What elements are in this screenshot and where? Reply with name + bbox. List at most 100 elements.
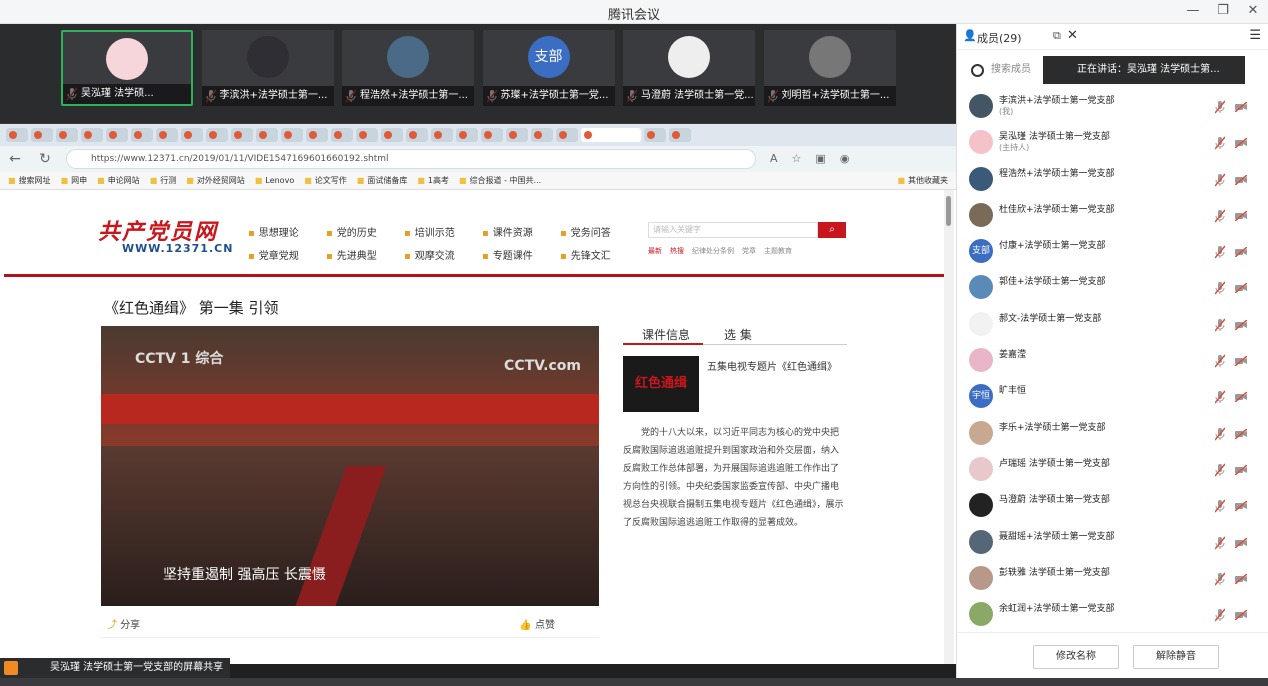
camera-off-icon[interactable] <box>1234 391 1248 403</box>
reader-icon[interactable]: A <box>770 152 778 165</box>
bookmark-item[interactable]: 对外经贸网站 <box>186 175 245 186</box>
camera-off-icon[interactable] <box>1234 246 1248 258</box>
minimize-icon[interactable]: — <box>1186 3 1200 18</box>
browser-tab[interactable] <box>156 128 178 142</box>
browser-tab[interactable] <box>131 128 153 142</box>
video-tile[interactable]: 刘明哲+法学硕士第一... <box>763 30 896 106</box>
browser-tab[interactable] <box>506 128 528 142</box>
site-search-input[interactable]: 请输入关键字 <box>648 222 818 238</box>
page-scrollbar[interactable] <box>944 190 954 664</box>
browser-tab[interactable] <box>669 128 691 142</box>
browser-tab[interactable] <box>281 128 303 142</box>
camera-off-icon[interactable] <box>1234 282 1248 295</box>
browser-tab[interactable] <box>356 128 378 142</box>
camera-off-icon[interactable] <box>1234 210 1248 222</box>
member-row[interactable]: 余虹润+法学硕士第一党支部 <box>957 596 1268 632</box>
favorite-icon[interactable]: ☆ <box>792 152 802 165</box>
bookmark-item[interactable]: 1高考 <box>417 175 449 186</box>
search-icon[interactable]: ⌕ <box>818 222 846 238</box>
member-row[interactable]: 宇恒 旷丰恒 <box>957 378 1268 414</box>
browser-tab[interactable] <box>181 128 203 142</box>
close-icon[interactable]: ✕ <box>1246 3 1260 18</box>
mic-muted-icon[interactable] <box>1214 100 1226 114</box>
maximize-icon[interactable]: ❐ <box>1216 3 1230 18</box>
camera-off-icon[interactable] <box>1234 137 1248 149</box>
member-search-input[interactable]: 搜索成员 <box>967 58 1043 82</box>
camera-off-icon[interactable] <box>1234 319 1248 331</box>
camera-off-icon[interactable] <box>1234 428 1248 440</box>
mic-muted-icon[interactable] <box>1214 536 1226 550</box>
bookmark-item[interactable]: Lenovo <box>255 176 294 185</box>
bookmark-item[interactable]: 搜索网址 <box>8 175 51 186</box>
mic-muted-icon[interactable] <box>1214 427 1226 441</box>
browser-tab[interactable] <box>406 128 428 142</box>
url-field[interactable]: https://www.12371.cn/2019/01/11/VIDE1547… <box>66 149 756 169</box>
member-row[interactable]: 聂甜瑶+法学硕士第一党支部 <box>957 524 1268 560</box>
camera-off-icon[interactable] <box>1234 500 1248 512</box>
browser-tab[interactable] <box>481 128 503 142</box>
course-thumbnail[interactable]: 红色通缉 <box>623 356 699 412</box>
member-row[interactable]: 支部 付康+法学硕士第一党支部 <box>957 233 1268 269</box>
mic-muted-icon[interactable] <box>1214 390 1226 404</box>
camera-off-icon[interactable] <box>1234 464 1248 476</box>
browser-tab[interactable] <box>206 128 228 142</box>
site-menu-item[interactable]: 党的历史 <box>326 224 404 239</box>
hot-link[interactable]: 热搜 <box>670 246 684 256</box>
video-tile[interactable]: 支部 苏璨+法学硕士第一党... <box>482 30 615 106</box>
site-menu-item[interactable]: 先进典型 <box>326 247 404 262</box>
mic-muted-icon[interactable] <box>1214 463 1226 477</box>
member-row[interactable]: 姜嘉滢 <box>957 342 1268 378</box>
mic-muted-icon[interactable] <box>1214 572 1226 586</box>
mic-muted-icon[interactable] <box>1214 354 1226 368</box>
member-row[interactable]: 李乐+法学硕士第一党支部 <box>957 415 1268 451</box>
bookmark-item[interactable]: 其他收藏夹 <box>897 175 948 186</box>
member-row[interactable]: 李滨洪+法学硕士第一党支部 (我) <box>957 88 1268 124</box>
share-button[interactable]: ⤴ 分享 <box>107 616 140 631</box>
site-menu-item[interactable]: 先锋文汇 <box>560 247 638 262</box>
mic-muted-icon[interactable] <box>1214 281 1226 295</box>
browser-tab[interactable] <box>456 128 478 142</box>
camera-off-icon[interactable] <box>1234 101 1248 113</box>
browser-tab[interactable] <box>381 128 403 142</box>
mic-muted-icon[interactable] <box>1214 608 1226 622</box>
bookmark-item[interactable]: 论文写作 <box>304 175 347 186</box>
site-logo[interactable]: 共产党员网 WWW.12371.CN <box>98 214 232 255</box>
bookmark-item[interactable]: 行测 <box>150 175 176 186</box>
video-tile[interactable]: 马澄蔚 法学硕士第一党... <box>623 30 755 106</box>
unmute-button[interactable]: 解除静音 <box>1133 645 1219 669</box>
tab-course-info[interactable]: 课件信息 <box>642 326 690 343</box>
browser-tab-active[interactable] <box>581 128 641 142</box>
bookmark-item[interactable]: 网申 <box>61 175 87 186</box>
rename-button[interactable]: 修改名称 <box>1033 645 1119 669</box>
mic-muted-icon[interactable] <box>1214 173 1226 187</box>
site-menu-item[interactable]: 课件资源 <box>482 224 560 239</box>
collections-icon[interactable]: ▣ <box>815 152 825 165</box>
mic-muted-icon[interactable] <box>1214 245 1226 259</box>
hot-link[interactable]: 党章 <box>742 246 756 256</box>
site-menu-item[interactable]: 党章党规 <box>248 247 326 262</box>
member-row[interactable]: 郭佳+法学硕士第一党支部 <box>957 269 1268 305</box>
refresh-icon[interactable]: ↻ <box>30 151 60 167</box>
camera-off-icon[interactable] <box>1234 174 1248 186</box>
browser-tab[interactable] <box>644 128 666 142</box>
camera-off-icon[interactable] <box>1234 609 1248 621</box>
browser-tab[interactable] <box>56 128 78 142</box>
video-player[interactable]: CCTV 1 综合 CCTV.com 坚持重遏制 强高压 长震慑 <box>101 326 599 606</box>
tab-episodes[interactable]: 选 集 <box>724 326 752 343</box>
mic-muted-icon[interactable] <box>1214 499 1226 513</box>
profile-icon[interactable]: ◉ <box>840 152 850 165</box>
browser-tab[interactable] <box>31 128 53 142</box>
browser-tab[interactable] <box>556 128 578 142</box>
video-tile[interactable]: 吴泓瑾 法学硕... <box>61 30 193 106</box>
browser-tab[interactable] <box>306 128 328 142</box>
mic-muted-icon[interactable] <box>1214 209 1226 223</box>
member-row[interactable]: 马澄蔚 法学硕士第一党支部 <box>957 487 1268 523</box>
bookmark-item[interactable]: 综合报道 - 中国共... <box>459 175 542 186</box>
camera-off-icon[interactable] <box>1234 573 1248 585</box>
site-menu-item[interactable]: 培训示范 <box>404 224 482 239</box>
member-row[interactable]: 吴泓瑾 法学硕士第一党支部 (主持人) <box>957 124 1268 160</box>
browser-tab[interactable] <box>531 128 553 142</box>
course-title[interactable]: 五集电视专题片《红色通缉》 <box>707 358 837 373</box>
site-menu-item[interactable]: 专题课件 <box>482 247 560 262</box>
like-button[interactable]: 👍 点赞 <box>519 616 555 631</box>
